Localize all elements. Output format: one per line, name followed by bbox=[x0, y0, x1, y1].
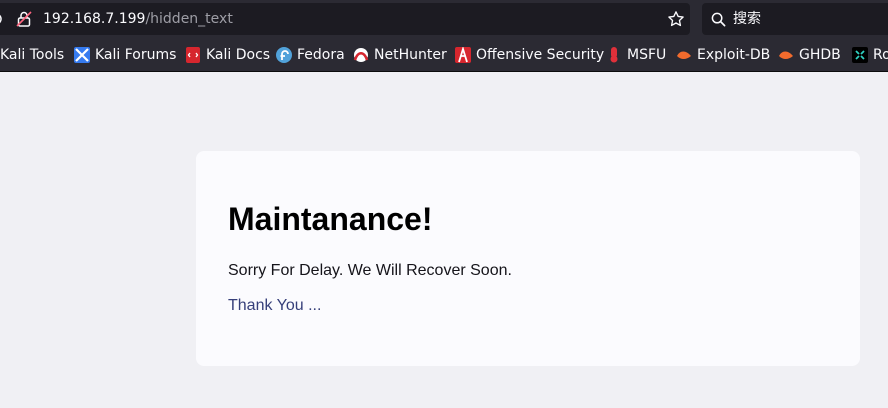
url-host: 192.168.7.199 bbox=[43, 11, 146, 27]
ghdb-favicon bbox=[779, 51, 793, 59]
bookmark-label: NetHunter bbox=[374, 46, 447, 63]
kali-docs-favicon bbox=[186, 46, 200, 63]
bookmark-label: Fedora bbox=[297, 46, 345, 63]
bookmark-kali-forums[interactable]: Kali Forums bbox=[74, 38, 176, 71]
msfu-favicon bbox=[610, 46, 618, 62]
ro-favicon bbox=[852, 46, 868, 63]
bookmark-msfu[interactable]: MSFU bbox=[606, 38, 666, 71]
maintenance-card: Maintanance! Sorry For Delay. We Will Re… bbox=[196, 151, 860, 366]
url-bar[interactable]: 192.168.7.199/hidden_text bbox=[0, 3, 690, 35]
bookmark-ghdb[interactable]: GHDB bbox=[778, 38, 841, 71]
bookmark-label: Offensive Security bbox=[476, 46, 605, 63]
bookmark-label: Kali Forums bbox=[95, 46, 177, 63]
offensive-security-favicon bbox=[455, 46, 471, 63]
bookmark-offensive-security[interactable]: Offensive Security bbox=[455, 38, 604, 71]
bookmark-label: GHDB bbox=[799, 46, 841, 63]
bookmark-exploit-db[interactable]: Exploit-DB bbox=[676, 38, 770, 71]
browser-toolbar: 192.168.7.199/hidden_text 搜索 bbox=[0, 0, 888, 38]
kali-forums-favicon bbox=[74, 46, 90, 63]
bookmark-label: Kali Docs bbox=[206, 46, 271, 63]
thank-you-text: Thank You ... bbox=[228, 297, 322, 314]
page-title: Maintanance! bbox=[228, 201, 433, 237]
bookmark-ro[interactable]: Ro bbox=[852, 38, 888, 71]
maintenance-message: Sorry For Delay. We Will Recover Soon. bbox=[228, 262, 512, 279]
url-text[interactable]: 192.168.7.199/hidden_text bbox=[43, 11, 233, 27]
search-icon bbox=[711, 12, 726, 27]
fedora-favicon bbox=[276, 46, 292, 63]
nethunter-favicon bbox=[353, 47, 369, 62]
bookmark-label: Exploit-DB bbox=[697, 46, 771, 63]
insecure-lock-icon[interactable] bbox=[16, 11, 32, 27]
bookmark-label: Ro bbox=[873, 46, 888, 63]
bookmark-label: Kali Tools bbox=[0, 46, 65, 63]
bookmark-fedora[interactable]: Fedora bbox=[276, 38, 345, 71]
bookmark-label: MSFU bbox=[627, 46, 667, 63]
exploit-db-favicon bbox=[677, 51, 691, 59]
search-bar[interactable]: 搜索 bbox=[702, 3, 888, 35]
bookmarks-toolbar: Kali Tools Kali Forums Kali Docs Fedora … bbox=[0, 38, 888, 72]
bookmark-kali-docs[interactable]: Kali Docs bbox=[185, 38, 270, 71]
site-info-icon[interactable] bbox=[0, 11, 6, 27]
bookmark-kali-tools[interactable]: Kali Tools bbox=[0, 38, 64, 71]
search-placeholder: 搜索 bbox=[733, 11, 761, 27]
bookmark-nethunter[interactable]: NetHunter bbox=[353, 38, 447, 71]
bookmark-star-icon[interactable] bbox=[667, 10, 685, 28]
url-path: /hidden_text bbox=[145, 11, 233, 27]
page-content: Maintanance! Sorry For Delay. We Will Re… bbox=[0, 72, 888, 408]
